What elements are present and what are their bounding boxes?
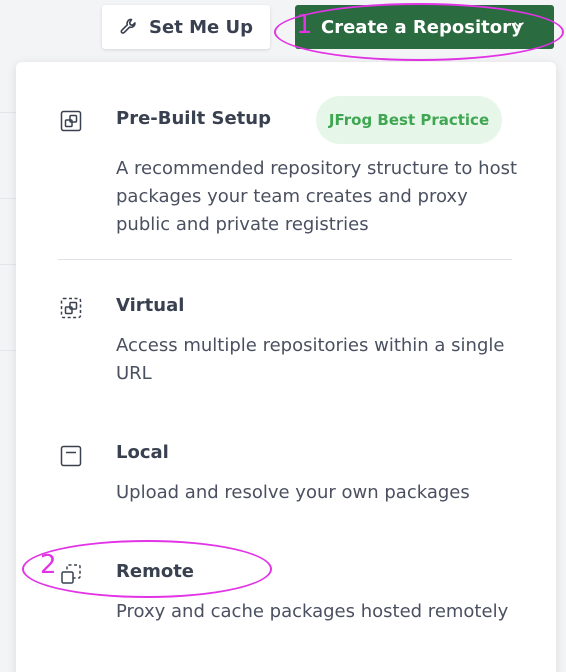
page: Set Me Up Create a Repository 1 Pre-Buil… [0,0,566,672]
menu-item-title: Virtual [116,295,185,316]
menu-item-title: Local [116,442,169,463]
background-divider [0,350,16,351]
menu-item-description: Proxy and cache packages hosted remotely [116,601,509,622]
virtual-repository-icon [60,297,82,319]
menu-item-description: Upload and resolve your own packages [116,482,470,503]
annotation-number: 2 [40,550,57,580]
pre-built-setup-icon [60,110,82,132]
annotation-ring-remote [22,540,272,598]
best-practice-badge: JFrog Best Practice [316,96,502,144]
background-divider [0,198,16,199]
background-divider [0,264,16,265]
menu-divider [58,259,512,260]
annotation-ring-create [274,3,564,61]
wrench-icon [120,18,136,34]
badge-label: JFrog Best Practice [328,111,490,129]
menu-item-description: Access multiple repositories within a si… [116,335,505,384]
set-me-up-button[interactable]: Set Me Up [102,5,270,49]
local-repository-icon [60,445,82,467]
background-divider [0,112,16,113]
set-me-up-label: Set Me Up [149,16,253,38]
menu-item-description: A recommended repository structure to ho… [116,158,518,235]
annotation-number: 1 [296,10,313,40]
menu-item-title: Pre-Built Setup [116,108,271,129]
